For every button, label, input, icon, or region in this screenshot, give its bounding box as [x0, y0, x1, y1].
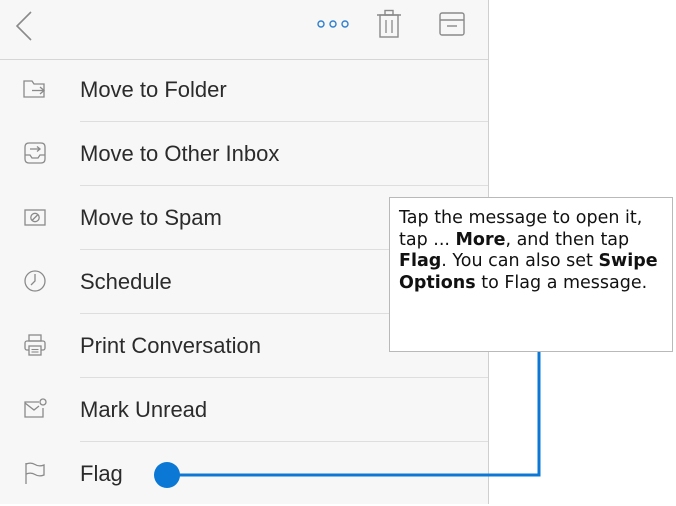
chevron-left-icon[interactable] [14, 10, 34, 42]
printer-icon [24, 334, 46, 356]
inbox-swap-icon [24, 142, 46, 164]
menu-item-move-to-other-inbox[interactable]: Move to Other Inbox [0, 122, 488, 186]
more-dots-icon[interactable] [316, 17, 350, 31]
flag-icon [25, 462, 45, 484]
menu-item-label: Move to Other Inbox [80, 141, 280, 166]
message-toolbar [0, 0, 488, 60]
menu-item-flag[interactable]: Flag [0, 442, 488, 506]
folder-move-icon [23, 80, 45, 98]
menu-item-label: Mark Unread [80, 397, 208, 422]
menu-item-move-to-folder[interactable]: Move to Folder [0, 58, 488, 122]
callout-text: to Flag a message. [475, 272, 648, 293]
menu-item-label: Schedule [80, 269, 172, 294]
clock-icon [24, 270, 46, 292]
menu-item-mark-unread[interactable]: Mark Unread [0, 378, 488, 442]
menu-item-label: Move to Folder [80, 77, 227, 102]
archive-icon[interactable] [438, 10, 466, 38]
menu-item-label: Flag [80, 461, 123, 486]
callout-more-label: More [455, 229, 506, 250]
callout-text: . You can also set [441, 251, 599, 271]
callout-flag-label: Flag [399, 251, 442, 271]
callout-text: , and then tap [505, 229, 630, 250]
instruction-callout: Tap the message to open it, tap ... More… [389, 197, 673, 352]
unread-mail-icon [24, 398, 47, 418]
spam-icon [24, 209, 46, 226]
menu-item-label: Move to Spam [80, 205, 222, 230]
trash-icon[interactable] [376, 9, 402, 39]
menu-item-label: Print Conversation [80, 333, 261, 358]
